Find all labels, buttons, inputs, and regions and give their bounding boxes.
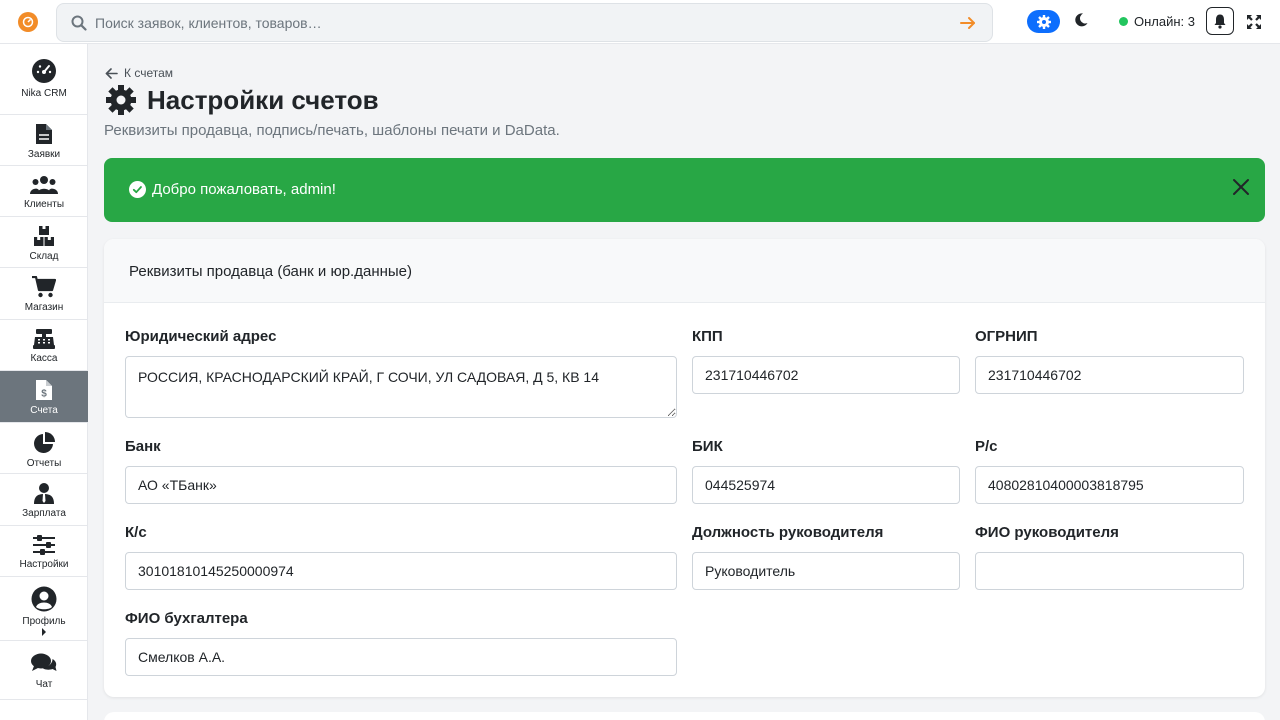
logo-icon[interactable] bbox=[18, 12, 38, 32]
sidebar-item-warehouse[interactable]: Склад bbox=[0, 217, 88, 268]
director-position-field[interactable] bbox=[692, 552, 960, 590]
rs-field[interactable] bbox=[975, 466, 1244, 504]
bank-label: Банк bbox=[125, 438, 161, 455]
check-circle-icon bbox=[129, 181, 146, 203]
ks-field[interactable] bbox=[125, 552, 677, 590]
page-title-text: Настройки счетов bbox=[147, 84, 379, 115]
sidebar-item-invoices[interactable]: $ Счета bbox=[0, 371, 88, 423]
gear-icon bbox=[106, 85, 136, 115]
close-icon[interactable] bbox=[1232, 178, 1250, 201]
ogrnip-label: ОГРНИП bbox=[975, 328, 1038, 345]
user-tie-icon bbox=[34, 483, 54, 504]
back-link-label: К счетам bbox=[124, 66, 174, 80]
accountant-name-field[interactable] bbox=[125, 638, 677, 676]
online-count: Онлайн: 3 bbox=[1134, 14, 1196, 29]
top-bar: Онлайн: 3 bbox=[0, 0, 1280, 44]
kpp-label: КПП bbox=[692, 328, 723, 345]
sidebar-item-label: Настройки bbox=[19, 559, 69, 570]
sidebar-item-reports[interactable]: Отчеты bbox=[0, 423, 88, 474]
sidebar-item-label: Касса bbox=[30, 353, 58, 364]
sidebar-item-label: Магазин bbox=[24, 302, 64, 313]
document-icon bbox=[36, 124, 52, 144]
bik-field[interactable] bbox=[692, 466, 960, 504]
back-link[interactable]: К счетам bbox=[105, 66, 173, 80]
alert-message: Добро пожаловать, admin! bbox=[152, 181, 336, 198]
sidebar-item-shop[interactable]: Магазин bbox=[0, 268, 88, 320]
gear-icon bbox=[1036, 14, 1051, 29]
sidebar-item-settings[interactable]: Настройки bbox=[0, 526, 88, 577]
arrow-right-icon[interactable] bbox=[960, 16, 976, 35]
sidebar-item-label: Чат bbox=[35, 679, 53, 690]
moon-icon[interactable] bbox=[1073, 12, 1089, 33]
accountant-name-label: ФИО бухгалтера bbox=[125, 610, 248, 627]
dashboard-icon bbox=[32, 59, 56, 83]
user-circle-icon bbox=[31, 586, 57, 612]
seller-details-card: Реквизиты продавца (банк и юр.данные) Юр… bbox=[104, 239, 1265, 697]
sidebar-item-label: Зарплата bbox=[22, 508, 66, 519]
sidebar-item-label: Профиль bbox=[22, 616, 66, 627]
page-title: Настройки счетов bbox=[105, 84, 379, 116]
search-box bbox=[56, 3, 993, 42]
card-header: Реквизиты продавца (банк и юр.данные) bbox=[104, 239, 1265, 303]
online-dot-icon bbox=[1119, 17, 1128, 26]
page-subtitle: Реквизиты продавца, подпись/печать, шабл… bbox=[104, 122, 560, 139]
bank-field[interactable] bbox=[125, 466, 677, 504]
director-name-label: ФИО руководителя bbox=[975, 524, 1119, 541]
svg-text:$: $ bbox=[41, 389, 47, 400]
boxes-icon bbox=[34, 226, 54, 246]
cash-register-icon bbox=[33, 329, 55, 349]
theme-toggle-button[interactable] bbox=[1027, 10, 1060, 33]
users-icon bbox=[30, 176, 58, 194]
sidebar-item-label: Клиенты bbox=[23, 199, 65, 210]
bell-icon bbox=[1214, 14, 1226, 29]
invoice-icon: $ bbox=[36, 380, 52, 400]
sidebar-item-requests[interactable]: Заявки bbox=[0, 115, 88, 166]
notifications-button[interactable] bbox=[1206, 7, 1234, 35]
pie-chart-icon bbox=[34, 432, 55, 453]
sidebar-item-label: Nika CRM bbox=[21, 88, 67, 99]
sidebar-item-dashboard[interactable]: Nika CRM bbox=[0, 44, 88, 115]
cart-icon bbox=[32, 276, 56, 298]
sidebar-item-label: Счета bbox=[30, 405, 58, 416]
rs-label: Р/с bbox=[975, 438, 998, 455]
arrow-left-icon bbox=[105, 67, 118, 79]
ogrnip-field[interactable] bbox=[975, 356, 1244, 394]
ks-label: К/с bbox=[125, 524, 147, 541]
sidebar-item-cash[interactable]: Касса bbox=[0, 320, 88, 371]
online-status: Онлайн: 3 bbox=[1119, 14, 1195, 29]
sidebar-item-profile[interactable]: Профиль bbox=[0, 577, 88, 641]
chat-icon bbox=[31, 653, 57, 671]
sliders-icon bbox=[33, 535, 55, 555]
sidebar-item-label: Склад bbox=[29, 251, 59, 262]
legal-address-label: Юридический адрес bbox=[125, 328, 277, 345]
director-position-label: Должность руководителя bbox=[692, 524, 884, 541]
sidebar-item-salary[interactable]: Зарплата bbox=[0, 474, 88, 526]
card-title: Реквизиты продавца (банк и юр.данные) bbox=[129, 263, 413, 280]
next-card bbox=[104, 712, 1265, 720]
sidebar: Nika CRM Заявки Клиенты Склад Магазин Ка… bbox=[0, 44, 88, 720]
fullscreen-icon[interactable] bbox=[1246, 14, 1262, 35]
search-input[interactable] bbox=[95, 4, 955, 41]
sidebar-item-label: Заявки bbox=[27, 149, 61, 160]
director-name-field[interactable] bbox=[975, 552, 1244, 590]
sidebar-item-label: Отчеты bbox=[26, 458, 62, 469]
kpp-field[interactable] bbox=[692, 356, 960, 394]
sidebar-item-chat[interactable]: Чат bbox=[0, 641, 88, 700]
welcome-alert: Добро пожаловать, admin! bbox=[104, 158, 1265, 222]
bik-label: БИК bbox=[692, 438, 723, 455]
search-icon bbox=[71, 15, 87, 36]
caret-right-icon bbox=[42, 628, 46, 636]
legal-address-field[interactable]: РОССИЯ, КРАСНОДАРСКИЙ КРАЙ, Г СОЧИ, УЛ С… bbox=[125, 356, 677, 418]
sidebar-item-clients[interactable]: Клиенты bbox=[0, 166, 88, 217]
